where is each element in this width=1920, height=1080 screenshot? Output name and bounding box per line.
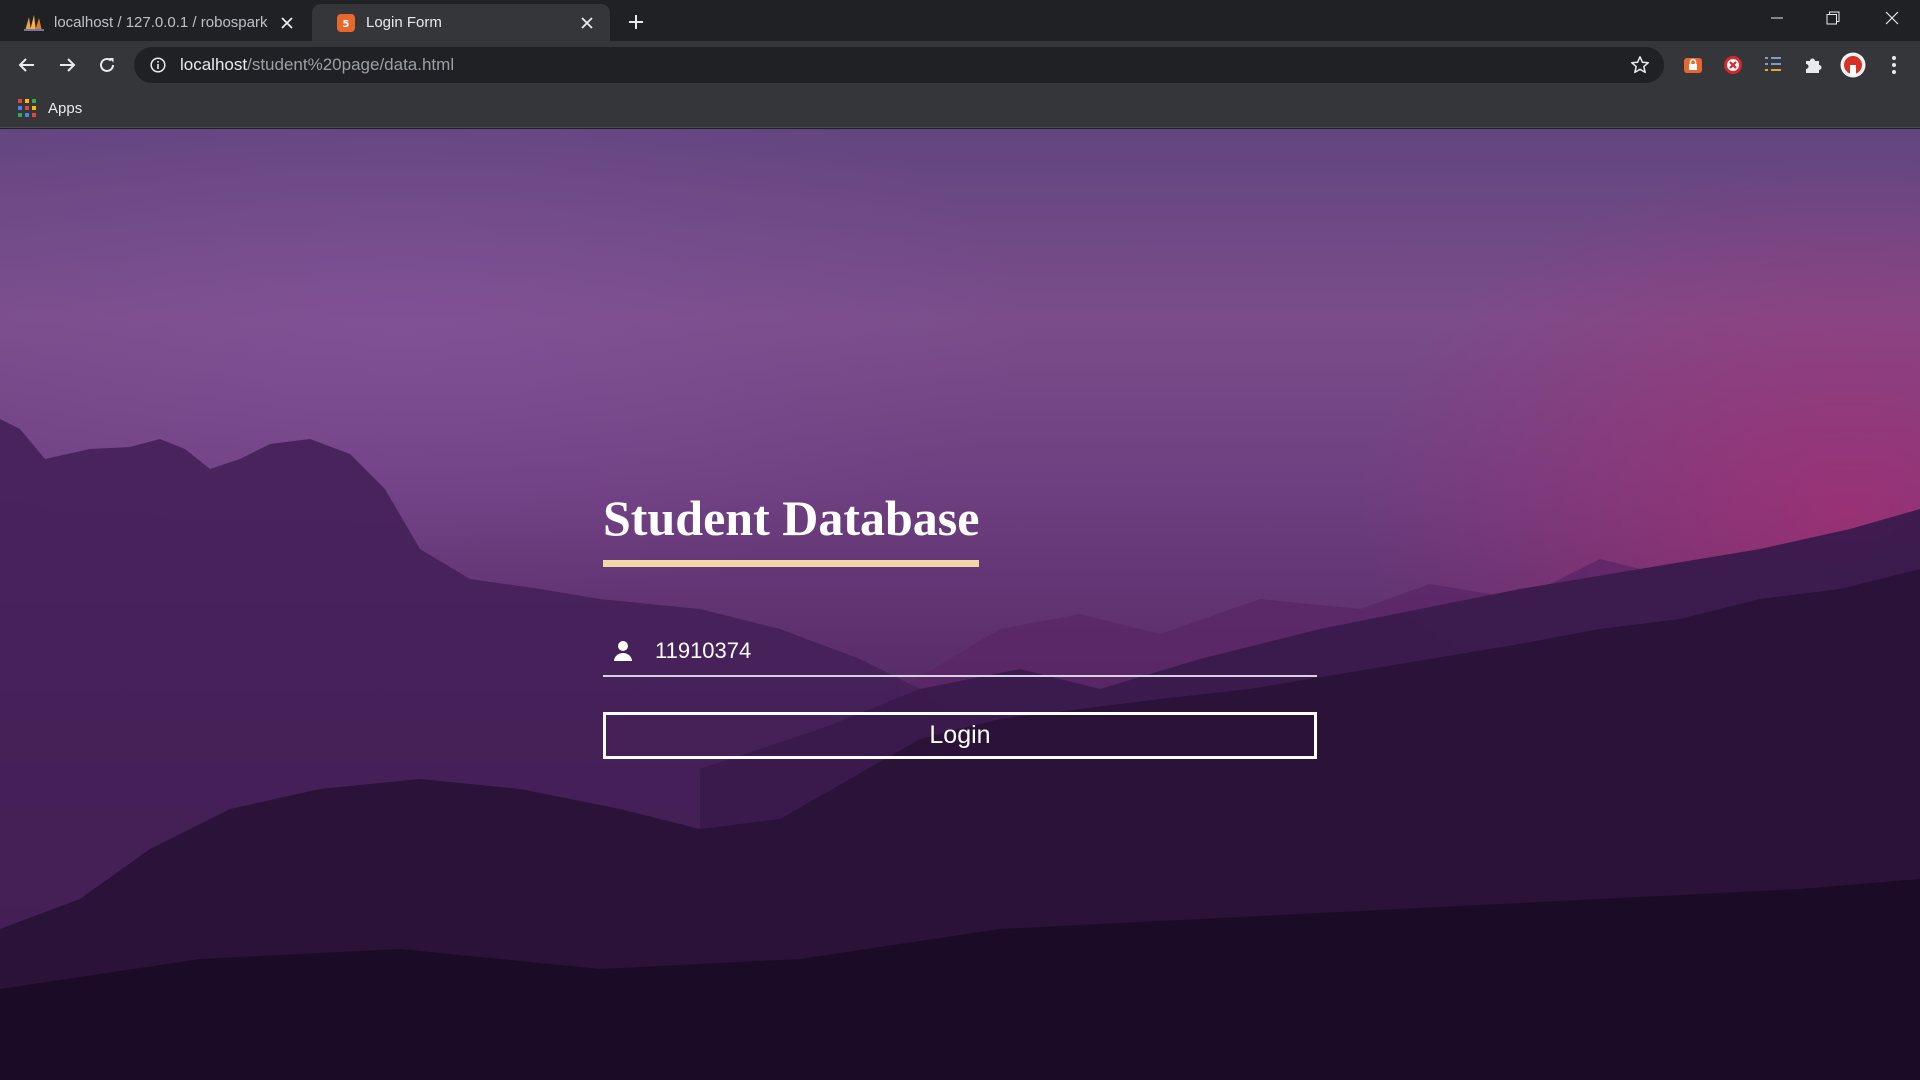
title-underline [603,560,979,567]
minimize-icon [1771,17,1783,19]
close-tab-icon[interactable] [276,12,298,34]
adblock-icon[interactable] [1722,54,1744,76]
back-button[interactable] [11,49,43,81]
url-host: localhost [180,55,248,74]
new-tab-button[interactable] [622,8,650,36]
page-viewport: Student Database Login [0,129,1920,1080]
student-id-field [603,627,1317,677]
close-window-button[interactable] [1864,0,1920,36]
close-icon [1885,11,1899,25]
url-text: localhost/student%20page/data.html [180,55,454,75]
plus-icon [629,15,643,29]
phpmyadmin-icon [24,13,44,33]
login-form: Student Database Login [603,489,1317,759]
address-bar[interactable]: localhost/student%20page/data.html [134,47,1664,83]
reload-icon [100,57,114,72]
bookmark-star-icon[interactable] [1628,53,1652,77]
reload-button[interactable] [91,49,123,81]
forward-button[interactable] [51,49,83,81]
html5-icon: 5 [336,13,356,33]
back-arrow-icon [18,58,34,72]
login-button[interactable]: Login [603,712,1317,759]
minimize-button[interactable] [1749,0,1805,36]
tab-title: localhost / 127.0.0.1 / robospark [54,14,268,31]
lock-extension-icon[interactable] [1682,54,1704,76]
page-title: Student Database [603,490,980,546]
puzzle-icon[interactable] [1802,54,1824,76]
bookmark-apps[interactable]: Apps [18,96,82,120]
tab-phpmyadmin[interactable]: localhost / 127.0.0.1 / robospark [0,4,310,41]
restore-button[interactable] [1805,0,1861,36]
svg-text:5: 5 [343,19,350,30]
apps-grid-icon [18,99,36,117]
forward-arrow-icon [60,58,76,72]
tab-title: Login Form [366,14,442,31]
tab-strip: localhost / 127.0.0.1 / robospark 5 Logi… [0,0,1920,41]
reading-list-icon[interactable] [1762,54,1784,76]
site-info-icon[interactable] [148,55,168,75]
more-menu-icon[interactable] [1883,54,1905,76]
bookmarks-bar: Apps [0,88,1920,128]
profile-avatar-icon[interactable] [1840,52,1866,78]
student-id-input[interactable] [655,638,1255,664]
url-path: /student%20page/data.html [247,55,455,74]
restore-icon [1826,11,1840,25]
user-icon [611,639,635,663]
tab-login-form[interactable]: 5 Login Form [312,4,610,41]
toolbar: localhost/student%20page/data.html [0,41,1920,88]
bookmark-label: Apps [48,99,83,117]
close-tab-icon[interactable] [576,12,598,34]
